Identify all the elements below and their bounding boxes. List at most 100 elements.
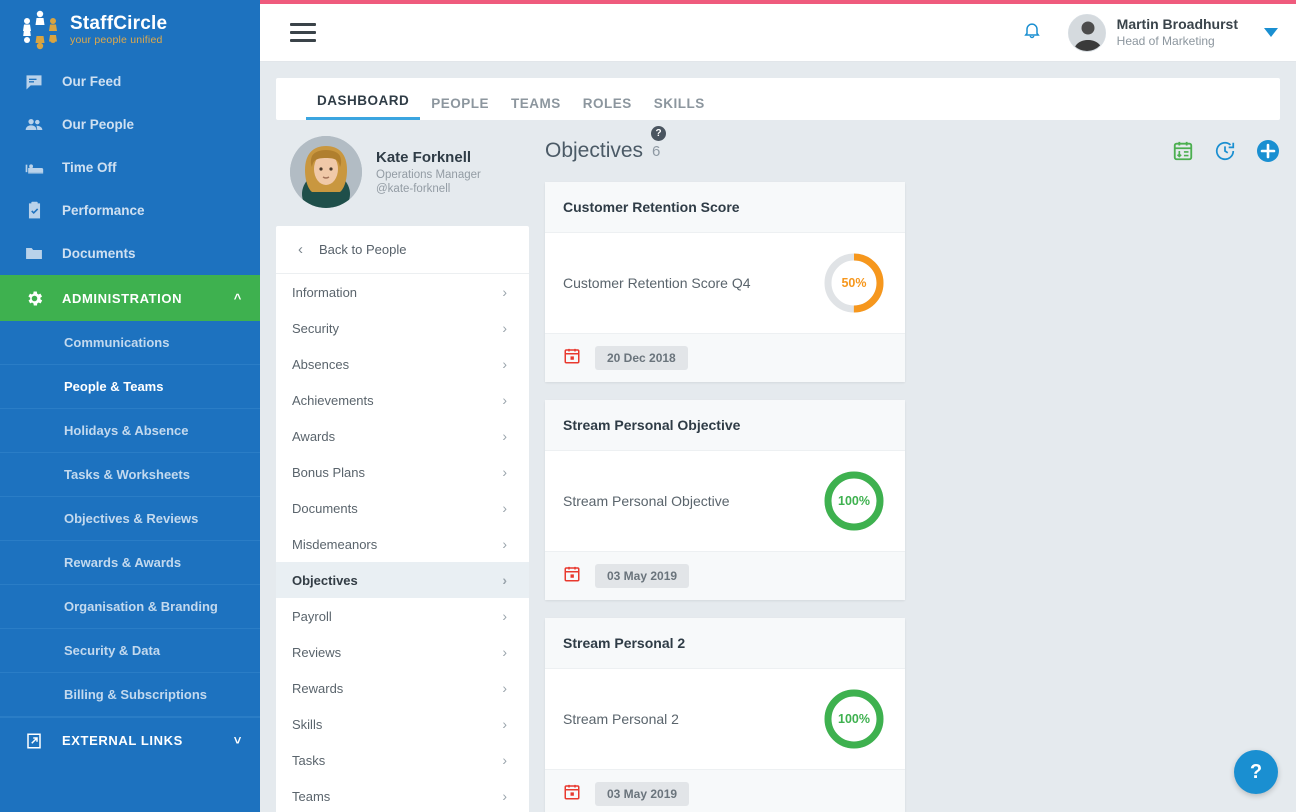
question-mark-icon[interactable]: ? — [651, 126, 666, 141]
profile-photo[interactable] — [290, 136, 362, 208]
back-to-people-button[interactable]: ‹ Back to People — [276, 226, 529, 274]
header-user-name: Martin Broadhurst — [1117, 16, 1238, 34]
left-menu-item-skills[interactable]: Skills› — [276, 706, 529, 742]
left-menu-item-payroll[interactable]: Payroll› — [276, 598, 529, 634]
objective-cards-grid: Customer Retention ScoreCustomer Retenti… — [545, 182, 1280, 812]
sidebar-subitem-label: Rewards & Awards — [64, 555, 181, 570]
objective-card[interactable]: Stream Personal 2Stream Personal 2100%03… — [545, 618, 905, 812]
chevron-down-icon[interactable]: ˅ — [234, 733, 242, 748]
profile-meta: Kate Forknell Operations Manager @kate-f… — [376, 149, 481, 195]
bed-icon — [22, 157, 46, 179]
body-wrapper: Kate Forknell Operations Manager @kate-f… — [260, 120, 1296, 812]
left-menu-item-tasks[interactable]: Tasks › — [276, 742, 529, 778]
left-menu-item-misdemeanors[interactable]: Misdemeanors› — [276, 526, 529, 562]
tab-skills[interactable]: SKILLS — [643, 96, 716, 120]
left-menu-item-label: Reviews — [292, 645, 341, 660]
left-menu-item-teams[interactable]: Teams› — [276, 778, 529, 812]
left-menu-item-information[interactable]: Information › — [276, 274, 529, 310]
person-menu-card: ‹ Back to People Information›Security›Ab… — [276, 226, 529, 812]
chevron-right-icon: › — [502, 428, 507, 444]
sidebar-subitem-rewards-awards[interactable]: Rewards & Awards — [0, 541, 260, 585]
tab-teams[interactable]: TEAMS — [500, 96, 572, 120]
profile-handle: @kate-forknell — [376, 183, 481, 195]
help-fab-button[interactable]: ? — [1234, 750, 1278, 794]
calendar-sort-icon[interactable] — [1172, 140, 1194, 162]
objective-card-description: Stream Personal Objective — [563, 493, 742, 509]
left-menu-item-objectives[interactable]: Objectives› — [276, 562, 529, 598]
sidebar-section-administration[interactable]: ADMINISTRATION ^ — [0, 275, 260, 321]
plus-circle-icon[interactable] — [1256, 139, 1280, 163]
chevron-right-icon: › — [502, 464, 507, 480]
chevron-up-icon[interactable]: ^ — [234, 291, 242, 306]
tab-dashboard[interactable]: DASHBOARD — [306, 93, 420, 120]
left-menu-item-rewards[interactable]: Rewards› — [276, 670, 529, 706]
people-icon — [22, 114, 46, 136]
left-menu-item-label: Absences — [292, 357, 349, 372]
brand-name: StaffCircle — [70, 14, 167, 33]
folder-icon — [22, 243, 46, 265]
objective-card[interactable]: Customer Retention ScoreCustomer Retenti… — [545, 182, 905, 382]
left-menu-item-awards[interactable]: Awards› — [276, 418, 529, 454]
tab-bar: DASHBOARDPEOPLETEAMSROLESSKILLS — [276, 78, 1280, 120]
objective-card-title: Stream Personal 2 — [545, 618, 905, 669]
brand-logo-area[interactable]: StaffCircle your people unified — [0, 0, 260, 60]
sidebar-item-our-people[interactable]: Our People — [0, 103, 260, 146]
sidebar-item-our-feed[interactable]: Our Feed — [0, 60, 260, 103]
sidebar-subitem-organisation-branding[interactable]: Organisation & Branding — [0, 585, 260, 629]
sidebar-subitem-communications[interactable]: Communications — [0, 321, 260, 365]
left-menu-item-absences[interactable]: Absences› — [276, 346, 529, 382]
left-menu-item-label: Security — [292, 321, 339, 336]
feed-icon — [22, 71, 46, 93]
tab-people[interactable]: PEOPLE — [420, 96, 500, 120]
left-menu-item-label: Information — [292, 285, 357, 300]
left-menu-item-label: Tasks — [292, 753, 325, 768]
objective-card-body: Stream Personal 2100% — [545, 669, 905, 769]
sidebar-subitem-people-teams[interactable]: People & Teams — [0, 365, 260, 409]
progress-value: 100% — [821, 468, 887, 534]
hamburger-icon[interactable] — [290, 23, 316, 42]
tab-roles[interactable]: ROLES — [572, 96, 643, 120]
main-sidebar: StaffCircle your people unified Our Feed… — [0, 0, 260, 812]
objective-card-description: Customer Retention Score Q4 — [563, 275, 763, 291]
right-column: Objectives 6 ? — [529, 120, 1280, 812]
bell-icon[interactable] — [1022, 19, 1042, 46]
gear-icon — [22, 287, 46, 309]
objective-due-date: 20 Dec 2018 — [595, 346, 688, 370]
caret-down-icon[interactable] — [1264, 24, 1278, 42]
sidebar-subitem-objectives-reviews[interactable]: Objectives & Reviews — [0, 497, 260, 541]
sidebar-item-time-off[interactable]: Time Off — [0, 146, 260, 189]
left-menu-item-reviews[interactable]: Reviews› — [276, 634, 529, 670]
left-menu-item-label: Rewards — [292, 681, 343, 696]
sidebar-section-external-links[interactable]: EXTERNAL LINKS ˅ — [0, 717, 260, 763]
sidebar-item-performance[interactable]: Performance — [0, 189, 260, 232]
chevron-right-icon: › — [502, 284, 507, 300]
history-clock-icon[interactable] — [1214, 140, 1236, 162]
chevron-right-icon: › — [502, 536, 507, 552]
brand-tagline: your people unified — [70, 35, 167, 46]
question-mark-icon: ? — [1250, 761, 1262, 784]
calendar-icon — [563, 783, 581, 806]
objective-card[interactable]: Stream Personal ObjectiveStream Personal… — [545, 400, 905, 600]
sidebar-subitem-label: People & Teams — [64, 379, 163, 394]
sidebar-item-label: Our Feed — [62, 74, 121, 89]
left-menu-item-documents[interactable]: Documents› — [276, 490, 529, 526]
sidebar-item-label: Performance — [62, 203, 145, 218]
chevron-right-icon: › — [502, 716, 507, 732]
sidebar-subitem-label: Organisation & Branding — [64, 599, 218, 614]
header-user-role: Head of Marketing — [1117, 34, 1238, 49]
chevron-right-icon: › — [502, 752, 507, 768]
progress-donut-chart: 100% — [821, 468, 887, 534]
sidebar-subitem-holidays-absence[interactable]: Holidays & Absence — [0, 409, 260, 453]
calendar-icon — [563, 565, 581, 588]
left-menu-item-achievements[interactable]: Achievements› — [276, 382, 529, 418]
left-menu-item-bonus-plans[interactable]: Bonus Plans› — [276, 454, 529, 490]
sidebar-subitem-billing-subscriptions[interactable]: Billing & Subscriptions — [0, 673, 260, 717]
left-menu-item-security[interactable]: Security› — [276, 310, 529, 346]
sidebar-item-label: Documents — [62, 246, 136, 261]
avatar[interactable] — [1068, 14, 1106, 52]
sidebar-subitem-label: Security & Data — [64, 643, 160, 658]
sidebar-subitem-tasks-worksheets[interactable]: Tasks & Worksheets — [0, 453, 260, 497]
left-menu-item-label: Payroll — [292, 609, 332, 624]
sidebar-subitem-security-data[interactable]: Security & Data — [0, 629, 260, 673]
sidebar-item-documents[interactable]: Documents — [0, 232, 260, 275]
